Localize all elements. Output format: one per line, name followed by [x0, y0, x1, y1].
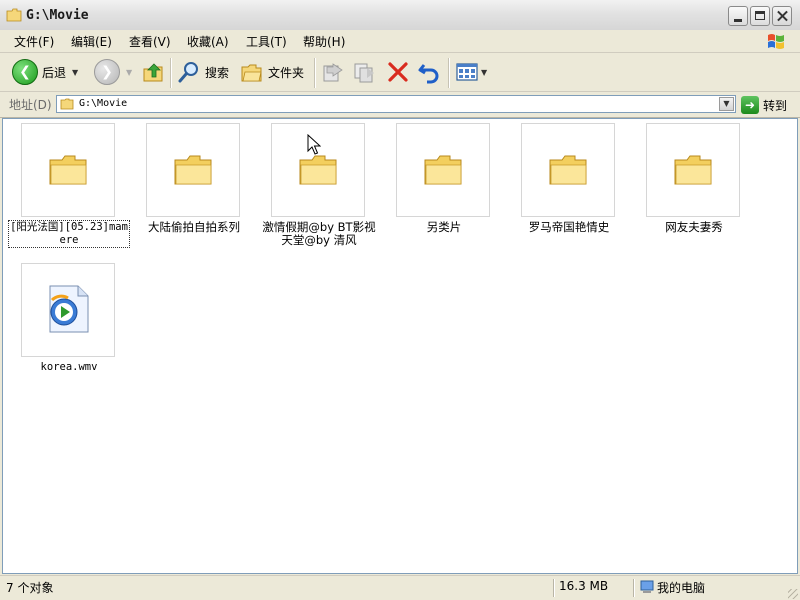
status-separator	[633, 579, 634, 597]
menu-tools[interactable]: 工具(T)	[246, 33, 287, 50]
folders-icon	[241, 64, 262, 82]
move-to-icon	[323, 63, 343, 82]
views-dropdown-icon[interactable]: ▼	[481, 68, 487, 77]
go-label: 转到	[763, 98, 788, 113]
thumbnail-frame	[396, 123, 490, 217]
toolbar-separator	[314, 58, 315, 88]
delete-button[interactable]	[386, 59, 410, 85]
address-label: 地址(D)	[9, 98, 52, 112]
search-label: 搜索	[205, 65, 230, 80]
explorer-window: G:\Movie 文件(F) 编辑(E) 查看(V) 收藏(A) 工具(T) 帮…	[0, 0, 800, 600]
resize-grip[interactable]	[788, 589, 798, 599]
views-icon	[456, 63, 478, 81]
folder-icon	[424, 155, 462, 185]
up-folder-icon	[143, 63, 163, 82]
item-name: 另类片	[426, 220, 462, 234]
location-label: 我的电脑	[657, 581, 706, 595]
mouse-cursor-icon	[307, 134, 321, 155]
address-bar: 地址(D) G:\Movie ▼ ➜ 转到	[0, 92, 800, 118]
menu-help[interactable]: 帮助(H)	[303, 33, 345, 50]
file-view[interactable]: [阳光法国][05.23]mamere 大陆偷拍自拍系列 激情假期@by BT影…	[2, 118, 798, 574]
item-name: 网友夫妻秀	[665, 220, 723, 234]
thumbnail-frame	[146, 123, 240, 217]
computer-icon	[640, 580, 654, 593]
status-bar: 7 个对象 16.3 MB 我的电脑	[0, 575, 800, 600]
address-dropdown-icon[interactable]: ▼	[719, 97, 734, 111]
maximize-button[interactable]	[750, 6, 770, 26]
forward-dropdown-icon[interactable]: ▼	[126, 68, 132, 77]
folder-icon	[299, 155, 337, 185]
back-arrow-icon: ❮	[12, 59, 38, 85]
thumbnail-frame	[521, 123, 615, 217]
forward-button[interactable]: ❯ ▼	[94, 59, 132, 85]
title-bar[interactable]: G:\Movie	[0, 0, 800, 31]
folder-icon	[674, 155, 712, 185]
total-size: 16.3 MB	[559, 579, 609, 593]
window-title: G:\Movie	[26, 8, 89, 23]
minimize-button[interactable]	[728, 6, 748, 26]
undo-button[interactable]	[417, 59, 441, 85]
close-button[interactable]	[772, 6, 792, 26]
object-count: 7 个对象	[6, 581, 54, 595]
status-separator	[553, 579, 554, 597]
back-button[interactable]: ❮ 后退 ▼	[12, 59, 78, 85]
menu-view[interactable]: 查看(V)	[129, 33, 171, 50]
thumbnail-frame	[21, 263, 115, 357]
search-icon	[178, 62, 198, 83]
folder-icon	[174, 155, 212, 185]
windows-logo-icon	[768, 34, 784, 49]
address-value: G:\Movie	[79, 98, 128, 109]
undo-icon	[418, 64, 439, 84]
item-name: 罗马帝国艳情史	[528, 220, 610, 234]
menu-favorites[interactable]: 收藏(A)	[187, 33, 229, 50]
go-arrow-icon: ➜	[741, 96, 759, 114]
folder-icon	[549, 155, 587, 185]
toolbar-separator	[170, 58, 171, 88]
folders-button[interactable]: 文件夹	[240, 59, 304, 85]
up-folder-button[interactable]	[142, 59, 166, 85]
folder-icon	[60, 98, 74, 110]
folder-icon	[6, 8, 22, 22]
folders-label: 文件夹	[268, 65, 305, 80]
back-dropdown-icon[interactable]: ▼	[72, 68, 78, 77]
go-button[interactable]: ➜ 转到	[741, 95, 787, 115]
menu-file[interactable]: 文件(F)	[14, 33, 54, 50]
views-button[interactable]: ▼	[455, 59, 487, 85]
copy-to-icon	[354, 63, 374, 83]
folder-icon	[49, 155, 87, 185]
search-button[interactable]: 搜索	[177, 59, 229, 85]
delete-icon	[388, 62, 408, 82]
menu-bar: 文件(F) 编辑(E) 查看(V) 收藏(A) 工具(T) 帮助(H)	[0, 30, 800, 53]
thumbnail-frame	[646, 123, 740, 217]
move-to-button[interactable]	[321, 59, 345, 85]
media-file-icon	[49, 285, 89, 333]
copy-to-button[interactable]	[353, 59, 377, 85]
item-name: 激情假期@by BT影视天堂@by 清风	[262, 220, 376, 247]
item-name: 大陆偷拍自拍系列	[148, 220, 240, 234]
menu-edit[interactable]: 编辑(E)	[71, 33, 112, 50]
item-name: korea.wmv	[40, 361, 98, 373]
thumbnail-frame	[21, 123, 115, 217]
item-name: [阳光法国][05.23]mamere	[8, 220, 130, 248]
back-label: 后退	[42, 65, 67, 80]
address-input[interactable]: G:\Movie ▼	[56, 95, 736, 113]
toolbar: ❮ 后退 ▼ ❯ ▼ 搜索 文件夹 ▼	[0, 53, 800, 92]
forward-arrow-icon: ❯	[94, 59, 120, 85]
toolbar-separator	[448, 58, 449, 88]
